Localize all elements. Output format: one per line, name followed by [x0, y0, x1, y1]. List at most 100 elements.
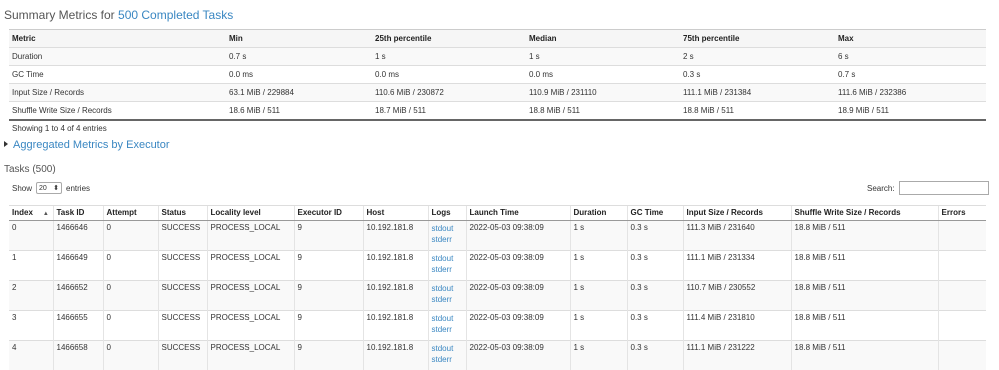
- executor-id-cell: 9: [294, 341, 363, 370]
- locality-cell: PROCESS_LOCAL: [207, 341, 294, 370]
- index-cell: 0: [9, 221, 53, 251]
- metric-name-cell: Input Size / Records: [9, 84, 226, 102]
- search-input[interactable]: [899, 181, 989, 195]
- task-row: 414666580SUCCESSPROCESS_LOCAL910.192.181…: [9, 341, 986, 370]
- col-input-size[interactable]: Input Size / Records: [683, 206, 791, 221]
- stdout-link[interactable]: stdout: [432, 343, 463, 354]
- stderr-link[interactable]: stderr: [432, 294, 463, 305]
- errors-cell: [938, 251, 986, 281]
- page-size-select[interactable]: 20 ⬍: [36, 182, 62, 194]
- launch-time-cell: 2022-05-03 09:38:09: [466, 221, 570, 251]
- task-row: 114666490SUCCESSPROCESS_LOCAL910.192.181…: [9, 251, 986, 281]
- executor-id-cell: 9: [294, 251, 363, 281]
- attempt-cell: 0: [103, 341, 158, 370]
- duration-cell: 1 s: [570, 311, 627, 341]
- summary-row: Duration0.7 s1 s1 s2 s6 s: [9, 48, 986, 66]
- logs-cell: stdoutstderr: [428, 221, 466, 251]
- gc-time-cell: 0.3 s: [627, 311, 683, 341]
- duration-cell: 1 s: [570, 341, 627, 370]
- summary-title-prefix: Summary Metrics for: [4, 8, 115, 22]
- aggregated-metrics-link[interactable]: Aggregated Metrics by Executor: [13, 139, 170, 151]
- input-size-cell: 111.3 MiB / 231640: [683, 221, 791, 251]
- stdout-link[interactable]: stdout: [432, 253, 463, 264]
- col-25th[interactable]: 25th percentile: [372, 30, 526, 48]
- col-75th[interactable]: 75th percentile: [680, 30, 835, 48]
- shuffle-write-cell: 18.8 MiB / 511: [791, 251, 938, 281]
- summary-showing-text: Showing 1 to 4 of 4 entries: [12, 124, 107, 133]
- sort-ascending-icon: ▲: [43, 211, 49, 217]
- col-gc-time[interactable]: GC Time: [627, 206, 683, 221]
- executor-id-cell: 9: [294, 221, 363, 251]
- col-errors[interactable]: Errors: [938, 206, 986, 221]
- col-locality[interactable]: Locality level: [207, 206, 294, 221]
- metric-name-cell: Duration: [9, 48, 226, 66]
- errors-cell: [938, 221, 986, 251]
- stdout-link[interactable]: stdout: [432, 223, 463, 234]
- col-executor-id[interactable]: Executor ID: [294, 206, 363, 221]
- col-shuffle-write[interactable]: Shuffle Write Size / Records: [791, 206, 938, 221]
- task-row: 314666550SUCCESSPROCESS_LOCAL910.192.181…: [9, 311, 986, 341]
- tasks-table: Index▲ Task ID Attempt Status Locality l…: [9, 205, 986, 370]
- task-id-cell: 1466646: [53, 221, 103, 251]
- metric-value-cell: 111.1 MiB / 231384: [680, 84, 835, 102]
- executor-id-cell: 9: [294, 281, 363, 311]
- metric-value-cell: 6 s: [835, 48, 986, 66]
- col-metric[interactable]: Metric: [9, 30, 226, 48]
- completed-tasks-link[interactable]: 500 Completed Tasks: [118, 8, 233, 22]
- col-launch-time[interactable]: Launch Time: [466, 206, 570, 221]
- stderr-link[interactable]: stderr: [432, 264, 463, 275]
- index-cell: 1: [9, 251, 53, 281]
- tasks-title: Tasks (500): [4, 164, 56, 175]
- task-id-cell: 1466658: [53, 341, 103, 370]
- gc-time-cell: 0.3 s: [627, 341, 683, 370]
- col-index[interactable]: Index▲: [9, 206, 53, 221]
- metric-value-cell: 1 s: [372, 48, 526, 66]
- host-cell: 10.192.181.8: [363, 341, 428, 370]
- metric-value-cell: 0.0 ms: [526, 66, 680, 84]
- errors-cell: [938, 341, 986, 370]
- stdout-link[interactable]: stdout: [432, 283, 463, 294]
- col-task-id[interactable]: Task ID: [53, 206, 103, 221]
- task-row: 214666520SUCCESSPROCESS_LOCAL910.192.181…: [9, 281, 986, 311]
- col-median[interactable]: Median: [526, 30, 680, 48]
- status-cell: SUCCESS: [158, 341, 207, 370]
- col-duration[interactable]: Duration: [570, 206, 627, 221]
- executor-id-cell: 9: [294, 311, 363, 341]
- status-cell: SUCCESS: [158, 281, 207, 311]
- aggregated-metrics-toggle[interactable]: Aggregated Metrics by Executor: [4, 139, 170, 151]
- stderr-link[interactable]: stderr: [432, 324, 463, 335]
- input-size-cell: 111.1 MiB / 231334: [683, 251, 791, 281]
- status-cell: SUCCESS: [158, 251, 207, 281]
- status-cell: SUCCESS: [158, 221, 207, 251]
- logs-cell: stdoutstderr: [428, 341, 466, 370]
- tasks-header-row: Index▲ Task ID Attempt Status Locality l…: [9, 206, 986, 221]
- locality-cell: PROCESS_LOCAL: [207, 281, 294, 311]
- col-attempt[interactable]: Attempt: [103, 206, 158, 221]
- shuffle-write-cell: 18.8 MiB / 511: [791, 311, 938, 341]
- show-label: Show: [12, 184, 32, 193]
- duration-cell: 1 s: [570, 221, 627, 251]
- launch-time-cell: 2022-05-03 09:38:09: [466, 251, 570, 281]
- metric-value-cell: 18.7 MiB / 511: [372, 102, 526, 121]
- stderr-link[interactable]: stderr: [432, 234, 463, 245]
- shuffle-write-cell: 18.8 MiB / 511: [791, 281, 938, 311]
- col-host[interactable]: Host: [363, 206, 428, 221]
- index-cell: 4: [9, 341, 53, 370]
- metric-value-cell: 1 s: [526, 48, 680, 66]
- col-max[interactable]: Max: [835, 30, 986, 48]
- metric-value-cell: 18.8 MiB / 511: [526, 102, 680, 121]
- metric-value-cell: 111.6 MiB / 232386: [835, 84, 986, 102]
- launch-time-cell: 2022-05-03 09:38:09: [466, 311, 570, 341]
- metric-value-cell: 110.6 MiB / 230872: [372, 84, 526, 102]
- task-row: 014666460SUCCESSPROCESS_LOCAL910.192.181…: [9, 221, 986, 251]
- col-min[interactable]: Min: [226, 30, 372, 48]
- gc-time-cell: 0.3 s: [627, 221, 683, 251]
- task-id-cell: 1466655: [53, 311, 103, 341]
- col-status[interactable]: Status: [158, 206, 207, 221]
- stderr-link[interactable]: stderr: [432, 354, 463, 365]
- col-logs[interactable]: Logs: [428, 206, 466, 221]
- stdout-link[interactable]: stdout: [432, 313, 463, 324]
- shuffle-write-cell: 18.8 MiB / 511: [791, 341, 938, 370]
- entries-label: entries: [66, 184, 90, 193]
- page-size-value: 20: [39, 185, 47, 192]
